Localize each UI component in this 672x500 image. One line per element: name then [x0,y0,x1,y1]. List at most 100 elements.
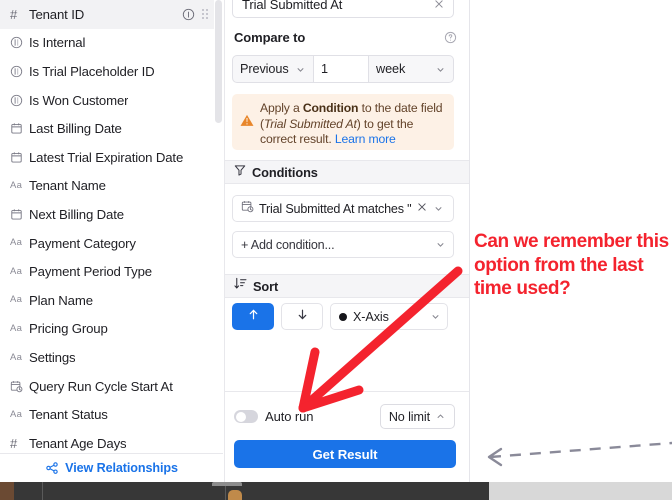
field-label: Tenant Age Days [29,435,127,451]
bottom-tab-nub [212,482,242,486]
drag-handle-icon[interactable] [201,9,208,20]
condition-warning-banner: Apply a Condition to the date field (Tri… [232,94,454,150]
axis-dot-icon [339,312,347,321]
close-icon[interactable] [433,0,445,10]
close-icon[interactable] [416,200,428,218]
get-result-label: Get Result [312,446,378,462]
boolean-icon [10,65,29,78]
field-row[interactable]: Is Won Customer [0,86,214,115]
field-row[interactable]: Aa Payment Period Type [0,257,214,286]
field-label: Is Internal [29,35,86,51]
field-row[interactable]: Aa Tenant Status [0,400,214,429]
field-row[interactable]: Is Internal [0,29,214,58]
text-icon: Aa [10,180,23,192]
text-icon: Aa [10,294,23,306]
auto-run-toggle[interactable] [234,410,258,423]
field-label: Payment Category [29,235,136,251]
relationships-icon [45,461,59,475]
sort-title: Sort [253,278,279,294]
chevron-down-icon [430,311,441,322]
field-label: Is Won Customer [29,92,129,108]
field-row[interactable]: Is Trial Placeholder ID [0,57,214,86]
field-row-actions [182,0,208,29]
bottom-dark-bar [0,482,489,500]
chevron-down-icon [435,64,446,75]
query-config-panel: Trial Submitted At Compare to Previous 1… [225,0,470,482]
app-screenshot: # Tenant ID Is Internal Is Trial Placeholde… [0,0,672,500]
condition-warning-text: Apply a Condition to the date field (Tri… [260,101,445,146]
sort-field-value: X-Axis [353,309,389,324]
field-label: Tenant ID [29,6,85,22]
sort-descending-button[interactable] [281,303,323,330]
field-row[interactable]: Aa Plan Name [0,286,214,315]
bottom-chrome-strip [0,482,672,500]
chevron-down-icon [435,239,446,250]
field-row[interactable]: # Tenant ID [0,0,214,29]
compare-to-title: Compare to [234,30,306,45]
calendar-icon [10,122,29,135]
field-label: Tenant Name [29,178,106,194]
bottom-left-edge [0,482,14,500]
field-label: Next Billing Date [29,206,124,222]
compare-amount-input[interactable]: 1 [314,55,369,83]
chevron-up-icon [435,411,446,422]
row-limit-button[interactable]: No limit [379,404,455,429]
sort-ascending-button[interactable] [232,303,274,330]
field-label: Settings [29,349,76,365]
field-row[interactable]: Latest Trial Expiration Date [0,143,214,172]
conditions-section-header: Conditions [225,160,469,184]
selected-field-chip[interactable]: Trial Submitted At [232,0,454,18]
warning-italic: Trial Submitted At [263,116,357,131]
field-row[interactable]: Aa Pricing Group [0,315,214,344]
condition-chip[interactable]: Trial Submitted At matches " [232,195,454,222]
warning-bold: Condition [302,101,359,115]
fields-scrollbar-thumb[interactable] [215,0,222,123]
auto-run-toggle-group[interactable]: Auto run [234,409,313,424]
field-row[interactable]: Query Run Cycle Start At [0,372,214,401]
compare-amount-value: 1 [321,62,328,76]
hash-icon: # [10,435,18,451]
compare-unit-value: week [376,62,406,76]
field-label: Latest Trial Expiration Date [29,149,184,165]
chevron-down-icon [295,64,306,75]
field-row[interactable]: Next Billing Date [0,200,214,229]
text-icon: Aa [10,237,23,249]
field-label: Tenant Status [29,407,108,423]
info-icon[interactable] [182,8,195,21]
datetime-icon [241,200,254,218]
bottom-divider-1 [42,482,43,500]
learn-more-link[interactable]: Learn more [335,132,396,146]
fields-scrollbar-track[interactable] [214,0,223,482]
question-circle-icon[interactable] [444,31,457,49]
get-result-button[interactable]: Get Result [234,440,456,468]
fields-list: # Tenant ID Is Internal Is Trial Placeholde… [0,0,214,458]
compare-direction-value: Previous [240,62,289,76]
compare-direction-select[interactable]: Previous [232,55,314,83]
field-label: Payment Period Type [29,264,152,280]
field-row[interactable]: Last Billing Date [0,114,214,143]
chevron-down-icon[interactable] [433,203,444,214]
boolean-icon [10,36,29,49]
field-row[interactable]: Aa Settings [0,343,214,372]
boolean-icon [10,94,29,107]
sort-controls: X-Axis [232,303,448,330]
field-label: Is Trial Placeholder ID [29,63,155,79]
sort-field-select[interactable]: X-Axis [330,303,448,330]
add-condition-label: + Add condition... [241,237,335,252]
text-icon: Aa [10,265,23,277]
add-condition-button[interactable]: + Add condition... [232,231,454,258]
warning-text-1: Apply a [260,101,303,115]
field-row[interactable]: Aa Payment Category [0,229,214,258]
calendar-icon [10,151,29,164]
view-relationships-button[interactable]: View Relationships [0,453,223,482]
row-limit-label: No limit [388,409,430,424]
compare-unit-select[interactable]: week [369,55,454,83]
condition-label: Trial Submitted At matches " [259,201,412,216]
filter-icon [234,163,246,181]
field-label: Pricing Group [29,321,108,337]
warning-triangle-icon [240,114,254,143]
hash-icon: # [10,6,18,22]
view-relationships-label: View Relationships [65,461,178,475]
field-row[interactable]: Aa Tenant Name [0,172,214,201]
sort-section-header: Sort [225,274,469,298]
